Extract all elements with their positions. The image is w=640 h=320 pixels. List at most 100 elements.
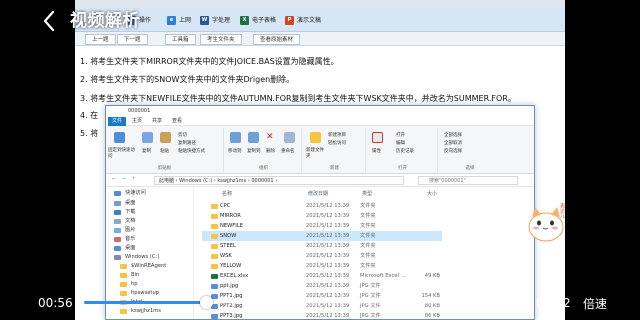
open-button[interactable]: 打开 <box>396 132 405 138</box>
tree-item[interactable]: kswjjhz1ms <box>120 307 161 315</box>
file-name: ppt.jpg <box>220 283 239 289</box>
history-button[interactable]: 历史记录 <box>396 148 414 154</box>
toolbox-button[interactable]: 工具箱 <box>165 34 196 45</box>
tab-view[interactable]: 查看 <box>168 117 186 126</box>
total-time: 03:22 <box>536 296 571 310</box>
menu-excel[interactable]: X 电子表格 <box>240 14 276 27</box>
file-date: 2021/5/12 13:39 <box>306 283 350 289</box>
address-bar[interactable]: 此电脑 › Windows (C:) › kswjjhz1ms › 000000… <box>154 176 404 185</box>
tree-item[interactable]: $WinREAgent <box>120 262 166 270</box>
move-to-button[interactable]: 移动到 <box>228 148 242 154</box>
file-date: 2021/5/12 13:39 <box>306 263 350 269</box>
tree-item[interactable]: hpswsetup <box>120 289 159 297</box>
image-file-icon <box>211 314 218 319</box>
clipboard-label: 剪贴板 <box>157 166 172 171</box>
column-name[interactable]: 名称 <box>222 190 232 197</box>
next-question-button[interactable]: 下一题 <box>117 34 148 45</box>
file-type: 文件夹 <box>360 203 376 209</box>
tree-item[interactable]: hp <box>120 280 138 288</box>
rename-button[interactable]: 重命名 <box>281 148 295 154</box>
question-4: 4. 在 <box>80 111 99 120</box>
properties-icon <box>372 132 383 143</box>
search-input[interactable]: 搜索"0000001" <box>418 176 518 185</box>
file-row[interactable]: STEEL 2021/5/12 13:39 文件夹 <box>202 241 442 251</box>
file-row[interactable]: NEWFILE 2021/5/12 13:39 文件夹 <box>202 221 442 231</box>
organize-group: 移动到 复制到 ✕ 删除 重命名 组织 <box>226 128 302 172</box>
back-arrow-icon[interactable] <box>42 10 56 32</box>
file-type: Microsoft Excel ... <box>360 273 406 279</box>
tree-item[interactable]: Bin <box>120 271 139 279</box>
paste-button[interactable]: 粘贴 <box>160 148 169 154</box>
desktop-icon <box>114 245 121 251</box>
new-group: 新建文件夹 新建项目 轻松访问 新建 <box>304 128 366 172</box>
file-type: 文件夹 <box>360 253 376 259</box>
tree-item[interactable]: 图片 <box>114 226 135 234</box>
paste-icon <box>160 132 171 143</box>
view-material-button[interactable]: 查看原始素材 <box>253 34 301 45</box>
playback-speed-button[interactable]: 倍速 <box>583 295 607 312</box>
file-explorer-window[interactable]: 0000001 文件 主页 共享 查看 固定到快速访问 复制 粘贴 剪切 复制路… <box>105 105 535 320</box>
new-folder-button[interactable]: 新建文件夹 <box>306 148 326 160</box>
file-row[interactable]: SNOW 2021/5/12 13:39 文件夹 <box>202 231 442 241</box>
select-group: 全部选择 全部取消 反向选择 选择 <box>440 128 500 172</box>
file-size: 154 KB <box>421 293 440 299</box>
back-nav-icon[interactable]: ← <box>112 177 116 182</box>
copy-button[interactable]: 复制 <box>142 148 151 154</box>
properties-button[interactable]: 属性 <box>372 148 381 154</box>
progress-bar[interactable] <box>84 296 524 309</box>
easy-access-button[interactable]: 轻松访问 <box>328 140 346 146</box>
up-nav-icon[interactable]: ↑ <box>132 177 136 182</box>
new-item-button[interactable]: 新建项目 <box>328 132 346 138</box>
pin-button[interactable]: 固定到快速访问 <box>108 148 136 160</box>
star-icon <box>114 190 121 196</box>
column-type[interactable]: 类型 <box>362 190 372 197</box>
copy-to-icon <box>248 132 259 143</box>
column-date[interactable]: 修改日期 <box>308 190 328 197</box>
copy-to-button[interactable]: 复制到 <box>247 148 261 154</box>
file-row[interactable]: WSK 2021/5/12 13:39 文件夹 <box>202 251 442 261</box>
progress-thumb[interactable] <box>199 296 213 309</box>
tree-item[interactable]: 下载 <box>114 208 135 216</box>
menu-ppt[interactable]: P 演示文稿 <box>285 14 321 27</box>
file-row[interactable]: PPT3.jpg 2021/5/12 13:39 JPG 文件 86 KB <box>202 311 442 319</box>
cut-button[interactable]: 剪切 <box>178 132 187 138</box>
question-1: 1. 将考生文件夹下MIRROR文件夹中的文件JOICE.BAS设置为隐藏属性。 <box>80 57 339 66</box>
file-row[interactable]: CPC 2021/5/12 13:39 文件夹 <box>202 201 442 211</box>
question-5: 5. 将 <box>80 129 99 138</box>
file-type: 文件夹 <box>360 223 376 229</box>
tab-share[interactable]: 共享 <box>148 117 166 126</box>
copy-path-button[interactable]: 复制路径 <box>178 140 196 146</box>
tree-item[interactable]: 文档 <box>114 217 135 225</box>
column-size[interactable]: 大小 <box>427 190 437 197</box>
tree-item[interactable]: 桌面 <box>114 244 135 252</box>
tree-item[interactable]: 音乐 <box>114 235 135 243</box>
exam-folder-button[interactable]: 考生文件夹 <box>200 34 242 45</box>
paste-shortcut-button[interactable]: 粘贴快捷方式 <box>178 148 205 154</box>
invert-selection-button[interactable]: 反向选择 <box>444 148 462 154</box>
file-row[interactable]: ppt.jpg 2021/5/12 13:39 JPG 文件 <box>202 281 442 291</box>
file-row[interactable]: EXCEL.xlsx 2021/5/12 13:39 Microsoft Excel… <box>202 271 442 281</box>
current-time: 00:56 <box>38 296 73 310</box>
file-name: EXCEL.xlsx <box>220 273 249 279</box>
menu-word[interactable]: W 字处理 <box>200 14 230 27</box>
file-row[interactable]: MIRROR 2021/5/12 13:39 文件夹 <box>202 211 442 221</box>
file-size: 86 KB <box>424 313 440 319</box>
menu-web[interactable]: e 上网 <box>167 14 191 27</box>
open-label: 打开 <box>398 166 407 171</box>
delete-button[interactable]: 删除 <box>266 148 275 154</box>
tree-item[interactable]: Windows (C:) <box>114 253 159 261</box>
rename-icon <box>284 132 295 143</box>
select-none-button[interactable]: 全部取消 <box>444 140 462 146</box>
forward-nav-icon[interactable]: → <box>122 177 126 182</box>
video-frame[interactable]: 操作 e 上网 W 字处理 X 电子表格 P 演示文稿 上一题 下一题 工具箱 考生文件… <box>75 0 565 320</box>
documents-icon <box>114 218 121 224</box>
tree-item[interactable]: 桌面 <box>114 199 135 207</box>
file-row[interactable]: PPT1.jpg 2021/5/12 13:39 JPG 文件 154 KB <box>202 291 442 301</box>
tree-item[interactable]: 快速访问 <box>114 189 146 197</box>
file-row[interactable]: YELLOW 2021/5/12 13:39 文件夹 <box>202 261 442 271</box>
prev-question-button[interactable]: 上一题 <box>85 34 116 45</box>
tab-file[interactable]: 文件 <box>108 117 127 126</box>
edit-button[interactable]: 编辑 <box>396 140 405 146</box>
tab-home[interactable]: 主页 <box>128 117 146 126</box>
select-all-button[interactable]: 全部选择 <box>444 132 462 138</box>
